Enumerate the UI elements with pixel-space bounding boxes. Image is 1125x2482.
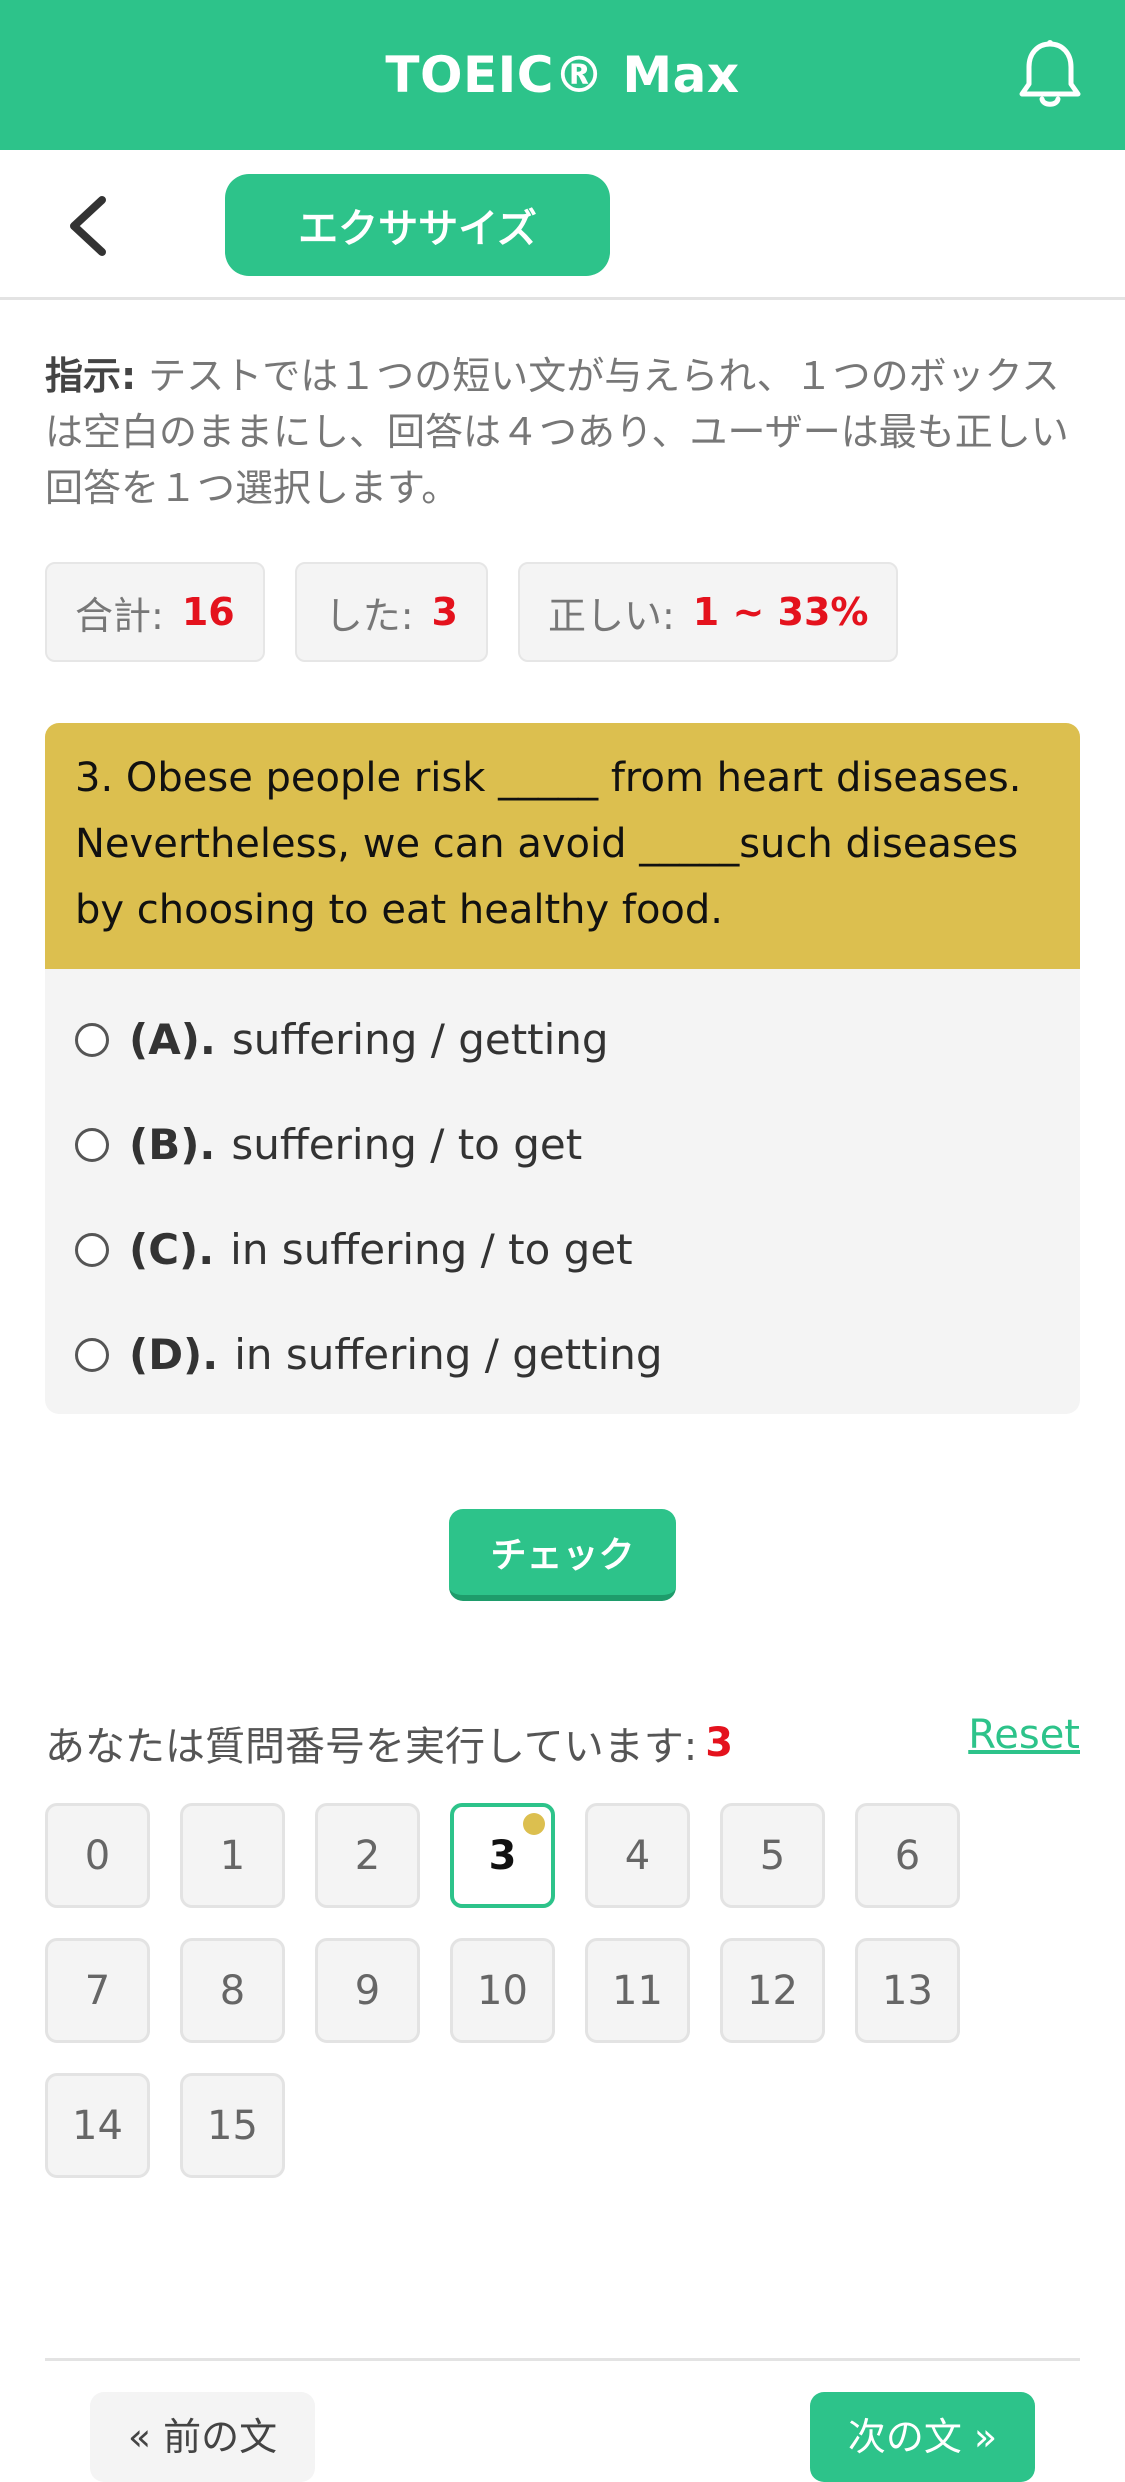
answer-options: (A). suffering / getting (B). suffering … — [45, 969, 1080, 1414]
next-sentence-button[interactable]: 次の文 » — [810, 2392, 1035, 2482]
question-number-button[interactable]: 9 — [315, 1938, 420, 2043]
current-indicator-dot — [523, 1813, 545, 1835]
question-number-button[interactable]: 0 — [45, 1803, 150, 1908]
check-button[interactable]: チェック — [449, 1509, 676, 1601]
option-b[interactable]: (B). suffering / to get — [75, 1092, 1050, 1197]
option-c[interactable]: (C). in suffering / to get — [75, 1197, 1050, 1302]
question-number-button[interactable]: 1 — [180, 1803, 285, 1908]
option-d[interactable]: (D). in suffering / getting — [75, 1302, 1050, 1407]
stat-total-value: 16 — [181, 590, 235, 634]
question-number-button-current[interactable]: 3 — [450, 1803, 555, 1908]
instruction-text: 指示: テストでは１つの短い文が与えられ、１つのボックスは空白のままにし、回答は… — [45, 348, 1075, 516]
instruction-label: 指示: — [45, 354, 137, 398]
stat-done-value: 3 — [431, 590, 458, 634]
option-label: (A). — [129, 1015, 216, 1064]
question-number-button[interactable]: 5 — [720, 1803, 825, 1908]
option-text: in suffering / to get — [230, 1225, 633, 1274]
question-number-grid: 0 1 2 3 4 5 6 7 8 9 10 11 12 13 14 15 — [45, 1803, 1045, 2178]
bell-icon[interactable] — [1015, 38, 1085, 112]
question-number-button[interactable]: 15 — [180, 2073, 285, 2178]
option-label: (D). — [129, 1330, 219, 1379]
question-number-button[interactable]: 11 — [585, 1938, 690, 2043]
sub-header: エクササイズ — [0, 150, 1125, 300]
radio-icon[interactable] — [75, 1022, 109, 1057]
question-number-button[interactable]: 13 — [855, 1938, 960, 2043]
option-text: suffering / getting — [231, 1015, 609, 1064]
question-number-button[interactable]: 6 — [855, 1803, 960, 1908]
radio-icon[interactable] — [75, 1337, 109, 1372]
stat-correct-label: 正しい: — [547, 593, 675, 638]
progress-label: あなたは質問番号を実行しています: — [45, 1724, 698, 1770]
question-number-button[interactable]: 2 — [315, 1803, 420, 1908]
option-label: (C). — [129, 1225, 215, 1274]
option-label: (B). — [129, 1120, 216, 1169]
question-number-button[interactable]: 10 — [450, 1938, 555, 2043]
chevron-left-icon[interactable] — [62, 194, 118, 258]
question-number-button[interactable]: 8 — [180, 1938, 285, 2043]
progress-current: 3 — [705, 1720, 734, 1766]
radio-icon[interactable] — [75, 1127, 109, 1162]
stat-correct-value: 1 ~ 33% — [692, 590, 869, 634]
instruction-body: テストでは１つの短い文が与えられ、１つのボックスは空白のままにし、回答は４つあり… — [45, 354, 1069, 510]
stat-correct: 正しい: 1 ~ 33% — [517, 562, 899, 662]
stats-row: 合計: 16 した: 3 正しい: 1 ~ 33% — [45, 562, 899, 662]
progress-line: あなたは質問番号を実行しています: 3 — [45, 1718, 1080, 1770]
option-a[interactable]: (A). suffering / getting — [75, 987, 1050, 1092]
question-number-button[interactable]: 14 — [45, 2073, 150, 2178]
divider — [45, 2358, 1080, 2361]
question-text: 3. Obese people risk _____ from heart di… — [45, 723, 1080, 969]
question-number-button[interactable]: 7 — [45, 1938, 150, 2043]
tab-exercise[interactable]: エクササイズ — [225, 174, 610, 276]
stat-done: した: 3 — [294, 562, 488, 662]
option-text: suffering / to get — [231, 1120, 583, 1169]
prev-sentence-button[interactable]: « 前の文 — [90, 2392, 315, 2482]
reset-link[interactable]: Reset — [968, 1712, 1080, 1758]
app-bar: TOEIC® Max — [0, 0, 1125, 150]
stat-done-label: した: — [324, 593, 414, 638]
question-number-label: 3 — [488, 1832, 517, 1879]
stat-total: 合計: 16 — [45, 562, 265, 662]
question-number-button[interactable]: 4 — [585, 1803, 690, 1908]
app-title: TOEIC® Max — [385, 46, 740, 104]
question-number-button[interactable]: 12 — [720, 1938, 825, 2043]
stat-total-label: 合計: — [75, 593, 164, 638]
question-card: 3. Obese people risk _____ from heart di… — [45, 723, 1080, 1414]
radio-icon[interactable] — [75, 1232, 109, 1267]
option-text: in suffering / getting — [234, 1330, 663, 1379]
